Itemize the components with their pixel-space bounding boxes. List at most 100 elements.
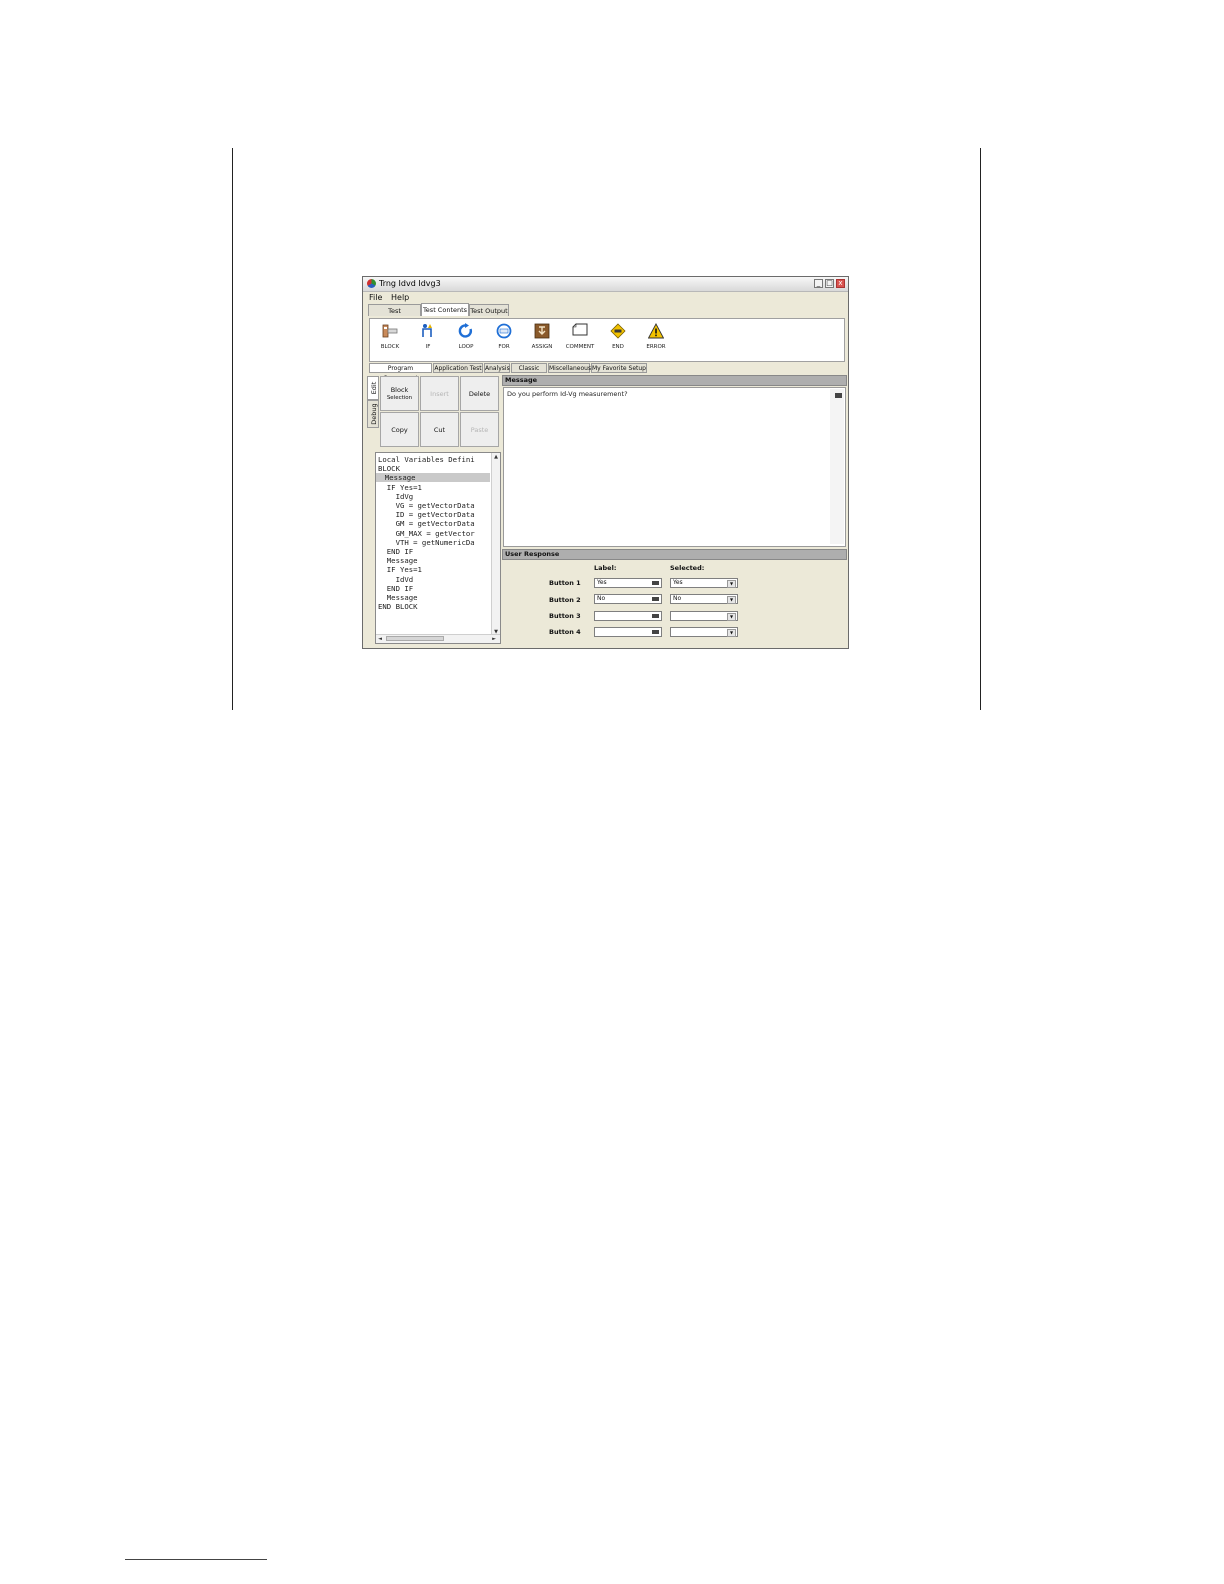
button-4-label-field[interactable] xyxy=(594,627,662,637)
button-3-label-field[interactable] xyxy=(594,611,662,621)
copy-button[interactable]: Copy xyxy=(380,412,419,447)
tab-program-component[interactable]: Program Component xyxy=(369,363,432,382)
button-3-label: Button 3 xyxy=(549,612,581,620)
scroll-up-icon[interactable]: ▲ xyxy=(492,453,500,461)
error-icon xyxy=(648,323,664,339)
tab-application-test[interactable]: Application Test xyxy=(433,363,483,373)
palette-label: END xyxy=(612,344,624,350)
button-1-label-value: Yes xyxy=(597,579,607,586)
tree-item[interactable]: IF Yes=1 xyxy=(378,483,422,492)
button-1-label-field[interactable]: Yes xyxy=(594,578,662,588)
loop-icon xyxy=(458,323,473,338)
tab-miscellaneous[interactable]: Miscellaneous xyxy=(548,363,591,373)
button-1-selected-value: Yes xyxy=(673,579,683,586)
chevron-down-icon[interactable]: ▼ xyxy=(727,580,736,588)
footnote-rule xyxy=(125,1559,267,1560)
tab-debug[interactable]: Debug xyxy=(367,400,379,428)
button-4-selected-dropdown[interactable]: ▼ xyxy=(670,627,738,637)
tree-item[interactable]: GM_MAX = getVector xyxy=(378,529,475,538)
user-response-panel: Label: Selected: Button 1 Yes Yes ▼ Butt… xyxy=(503,561,846,647)
tree-item[interactable]: Message xyxy=(376,473,490,483)
message-header: Message xyxy=(502,375,847,386)
button-2-label-field[interactable]: No xyxy=(594,594,662,604)
tree-item[interactable]: IdVd xyxy=(378,575,414,584)
palette-assign[interactable]: ASSIGN xyxy=(525,321,559,359)
palette-label: ASSIGN xyxy=(531,344,553,350)
program-tree[interactable]: Local Variables Defini BLOCK Message IF Y… xyxy=(375,452,501,644)
palette-error[interactable]: ERROR xyxy=(639,321,673,359)
app-window: Trng Idvd Idvg3 _ □ x File Help Test Spe… xyxy=(362,276,849,649)
tab-analysis[interactable]: Analysis xyxy=(484,363,510,373)
close-button[interactable]: x xyxy=(836,279,845,288)
maximize-button[interactable]: □ xyxy=(825,279,834,288)
chevron-down-icon[interactable]: ▼ xyxy=(727,629,736,637)
insert-button[interactable]: Insert xyxy=(420,376,459,411)
message-textarea[interactable]: Do you perform Id-Vg measurement? xyxy=(503,387,846,547)
chevron-down-icon[interactable]: ▼ xyxy=(727,613,736,621)
palette-label: FOR xyxy=(498,344,510,350)
cut-button[interactable]: Cut xyxy=(420,412,459,447)
tab-test-contents[interactable]: Test Contents xyxy=(421,303,469,316)
tree-vertical-scrollbar[interactable]: ▲ ▼ xyxy=(491,453,500,636)
button-2-label-value: No xyxy=(597,595,606,602)
palette-loop[interactable]: LOOP xyxy=(449,321,483,359)
if-icon xyxy=(422,324,432,337)
title-bar[interactable]: Trng Idvd Idvg3 _ □ x xyxy=(363,277,848,292)
minimize-button[interactable]: _ xyxy=(814,279,823,288)
tab-my-favorite-setup[interactable]: My Favorite Setup xyxy=(591,363,647,373)
menu-file[interactable]: File xyxy=(369,293,382,302)
chevron-down-icon[interactable]: ▼ xyxy=(727,596,736,604)
tab-test-output[interactable]: Test Output xyxy=(469,304,509,316)
tree-horizontal-scrollbar[interactable]: ◄ ► xyxy=(376,634,500,643)
button-3-selected-dropdown[interactable]: ▼ xyxy=(670,611,738,621)
palette-comment[interactable]: COMMENT xyxy=(563,321,597,359)
button-2-selected-value: No xyxy=(673,595,682,602)
keyboard-icon[interactable] xyxy=(835,393,842,398)
paste-button[interactable]: Paste xyxy=(460,412,499,447)
tree-item[interactable]: VTH = getNumericDa xyxy=(378,538,475,547)
palette-block[interactable]: BLOCK xyxy=(373,321,407,359)
tab-debug-label: Debug xyxy=(370,403,378,425)
delete-button[interactable]: Delete xyxy=(460,376,499,411)
palette-for[interactable]: FOR xyxy=(487,321,521,359)
keyboard-icon[interactable] xyxy=(652,581,659,585)
palette-end[interactable]: END xyxy=(601,321,635,359)
tree-item[interactable]: END BLOCK xyxy=(378,602,418,611)
button-1-label: Button 1 xyxy=(549,579,581,587)
menu-help[interactable]: Help xyxy=(391,293,409,302)
tree-item[interactable]: VG = getVectorData xyxy=(378,501,475,510)
keyboard-icon[interactable] xyxy=(652,597,659,601)
tab-test-specification[interactable]: Test Specification xyxy=(368,304,421,327)
component-palette: BLOCK IF LOOP FOR ASSIGN COMMENT END ERR… xyxy=(369,318,845,362)
palette-label: LOOP xyxy=(458,344,474,350)
tree-item[interactable]: IF Yes=1 xyxy=(378,565,422,574)
button-1-selected-dropdown[interactable]: Yes ▼ xyxy=(670,578,738,588)
scroll-right-icon[interactable]: ► xyxy=(490,635,498,643)
scroll-left-icon[interactable]: ◄ xyxy=(376,635,384,643)
tree-item[interactable]: Message xyxy=(378,593,418,602)
tree-item[interactable]: Local Variables Defini xyxy=(378,455,475,464)
palette-label: IF xyxy=(425,344,431,350)
keyboard-icon[interactable] xyxy=(652,614,659,618)
tree-item[interactable]: Message xyxy=(378,556,418,565)
tree-item[interactable]: GM = getVectorData xyxy=(378,519,475,528)
palette-label: ERROR xyxy=(646,344,666,350)
tab-classic-test[interactable]: Classic Test xyxy=(511,363,547,382)
tree-item[interactable]: END IF xyxy=(378,547,413,556)
block-selection-button[interactable]: Block Selection xyxy=(380,376,419,411)
message-scrollbar[interactable] xyxy=(830,389,844,544)
tree-item[interactable]: IdVg xyxy=(378,492,414,501)
button-4-label: Button 4 xyxy=(549,628,581,636)
selected-column-header: Selected: xyxy=(670,564,705,572)
block-selection-sublabel: Selection xyxy=(386,394,413,401)
scroll-thumb[interactable] xyxy=(386,636,444,641)
tree-item[interactable]: ID = getVectorData xyxy=(378,510,475,519)
tree-item[interactable]: BLOCK xyxy=(378,464,400,473)
button-2-selected-dropdown[interactable]: No ▼ xyxy=(670,594,738,604)
tree-item[interactable]: END IF xyxy=(378,584,413,593)
palette-label: BLOCK xyxy=(380,344,400,350)
keyboard-icon[interactable] xyxy=(652,630,659,634)
for-icon xyxy=(496,323,512,339)
tab-edit[interactable]: Edit xyxy=(367,376,379,400)
palette-if[interactable]: IF xyxy=(411,321,445,359)
